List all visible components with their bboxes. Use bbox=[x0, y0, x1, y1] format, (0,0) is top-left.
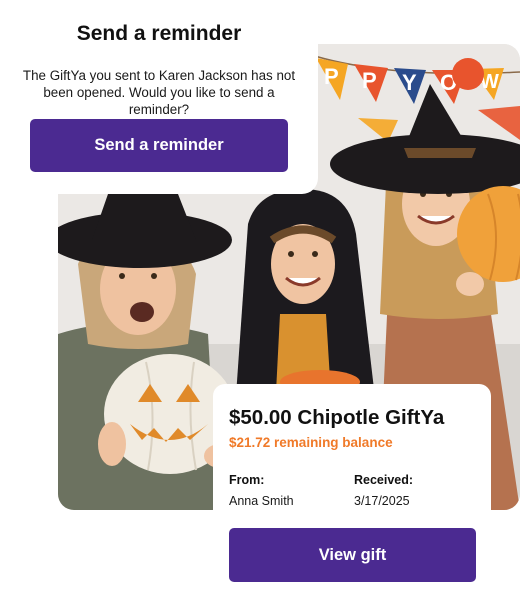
from-label: From: bbox=[229, 473, 265, 487]
banner-letter: P bbox=[324, 64, 339, 89]
send-reminder-button[interactable]: Send a reminder bbox=[30, 119, 288, 172]
reminder-screen: P P Y O W Send a reminder The GiftYa you… bbox=[0, 0, 520, 602]
banner-letter: Y bbox=[402, 70, 417, 95]
gift-title: $50.00 Chipotle GiftYa bbox=[229, 406, 445, 429]
reminder-card: Send a reminder The GiftYa you sent to K… bbox=[0, 0, 318, 194]
view-gift-button[interactable]: View gift bbox=[229, 528, 476, 582]
reminder-message: The GiftYa you sent to Karen Jackson has… bbox=[22, 68, 296, 117]
remaining-balance: $21.72 remaining balance bbox=[229, 435, 393, 450]
received-label: Received: bbox=[354, 473, 414, 487]
received-date: 3/17/2025 bbox=[354, 494, 410, 508]
banner-letter: P bbox=[362, 68, 377, 93]
sender-name: Anna Smith bbox=[229, 494, 294, 508]
reminder-title: Send a reminder bbox=[76, 22, 242, 45]
